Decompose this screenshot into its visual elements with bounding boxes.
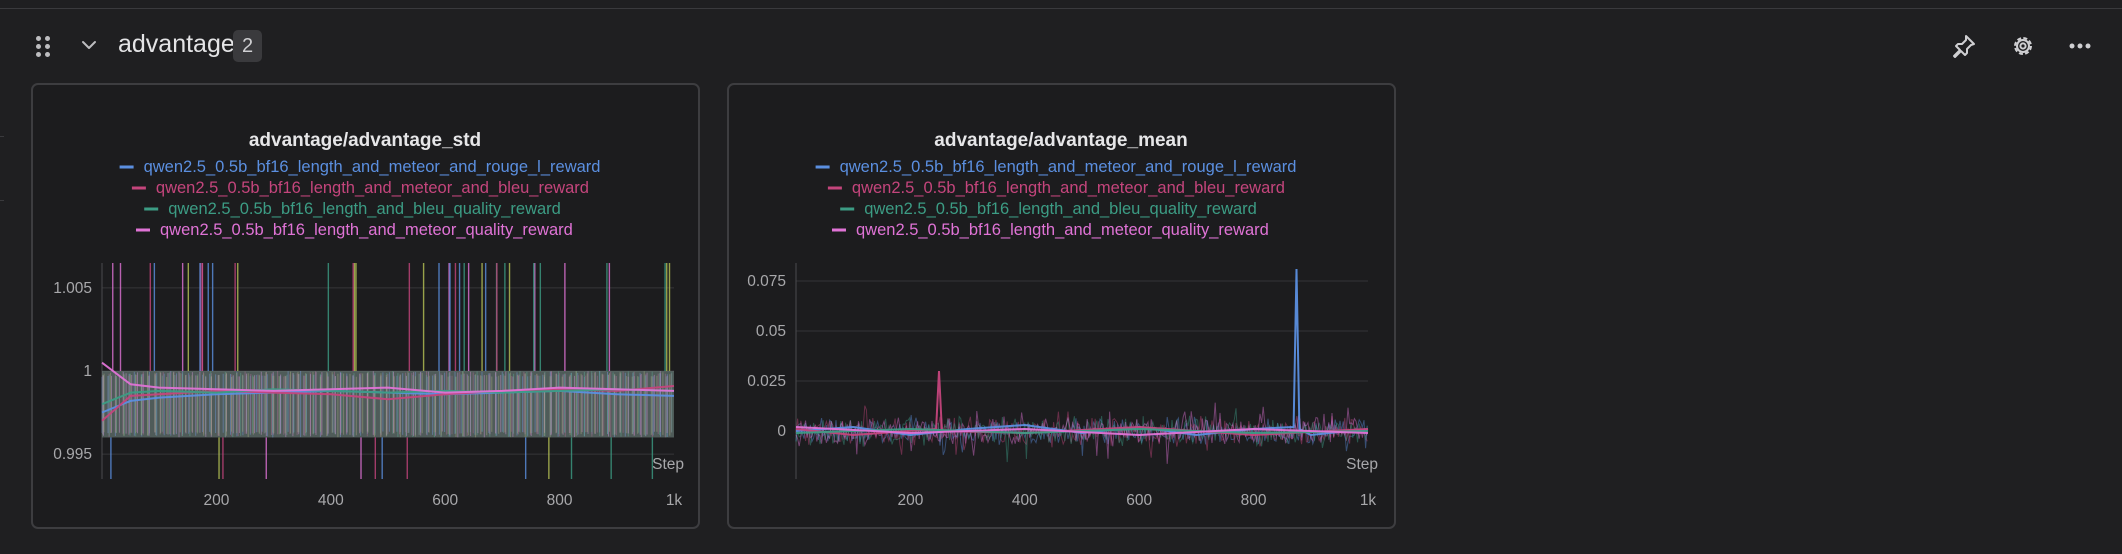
x-tick-label: 1k <box>666 492 683 509</box>
legend-label: qwen2.5_0.5b_bf16_length_and_meteor_qual… <box>160 221 573 239</box>
x-axis-label: Step <box>652 456 684 473</box>
section-header: advantage 2 <box>0 22 2122 70</box>
y-tick-label: 0.075 <box>747 273 786 290</box>
legend-label: qwen2.5_0.5b_bf16_length_and_meteor_and_… <box>156 179 589 197</box>
x-tick-label: 800 <box>1241 492 1267 509</box>
raw-traces <box>101 263 674 479</box>
chevron-down-icon[interactable] <box>78 34 100 56</box>
legend-label: qwen2.5_0.5b_bf16_length_and_bleu_qualit… <box>168 200 561 218</box>
x-tick-label: 400 <box>318 492 344 509</box>
chart-title: advantage/advantage_std <box>249 130 481 151</box>
pin-icon[interactable] <box>1950 32 1978 60</box>
x-tick-label: 200 <box>203 492 229 509</box>
legend-label: qwen2.5_0.5b_bf16_length_and_meteor_qual… <box>856 221 1269 239</box>
y-tick-label: 0.05 <box>756 323 786 340</box>
x-tick-label: 1k <box>1360 492 1377 509</box>
legend-label: qwen2.5_0.5b_bf16_length_and_bleu_qualit… <box>864 200 1257 218</box>
y-tick-label: 0 <box>777 423 786 440</box>
series-line <box>795 268 1369 437</box>
advantage-mean-chart: advantage/advantage_mean qwen2.5_0.5b_bf1… <box>747 130 1378 509</box>
x-tick-label: 800 <box>547 492 573 509</box>
chart-panel-advantage-std[interactable]: advantage/advantage_std qwen2.5_0.5b_bf16… <box>31 83 700 529</box>
x-tick-label: 400 <box>1012 492 1038 509</box>
left-divider-stub <box>0 200 4 201</box>
y-tick-label: 0.995 <box>53 446 92 463</box>
left-divider-stub <box>0 136 4 137</box>
legend-label: qwen2.5_0.5b_bf16_length_and_meteor_and_… <box>840 158 1297 176</box>
top-divider <box>0 8 2122 9</box>
chart-title: advantage/advantage_mean <box>934 130 1187 151</box>
drag-handle-icon[interactable] <box>34 34 52 58</box>
y-tick-label: 1.005 <box>53 280 92 297</box>
more-horizontal-icon[interactable] <box>2066 32 2094 60</box>
x-axis-label: Step <box>1346 456 1378 473</box>
advantage-std-chart: advantage/advantage_std qwen2.5_0.5b_bf16… <box>53 130 684 509</box>
section-title: advantage <box>118 30 235 58</box>
chart-panel-advantage-mean[interactable]: advantage/advantage_mean qwen2.5_0.5b_bf1… <box>727 83 1396 529</box>
legend-label: qwen2.5_0.5b_bf16_length_and_meteor_and_… <box>144 158 601 176</box>
x-tick-label: 200 <box>897 492 923 509</box>
legend-label: qwen2.5_0.5b_bf16_length_and_meteor_and_… <box>852 179 1285 197</box>
x-tick-label: 600 <box>1126 492 1152 509</box>
panel-count-badge: 2 <box>233 30 262 62</box>
gear-icon[interactable] <box>2009 32 2037 60</box>
x-tick-label: 600 <box>432 492 458 509</box>
y-tick-label: 0.025 <box>747 373 786 390</box>
y-tick-label: 1 <box>83 363 92 380</box>
